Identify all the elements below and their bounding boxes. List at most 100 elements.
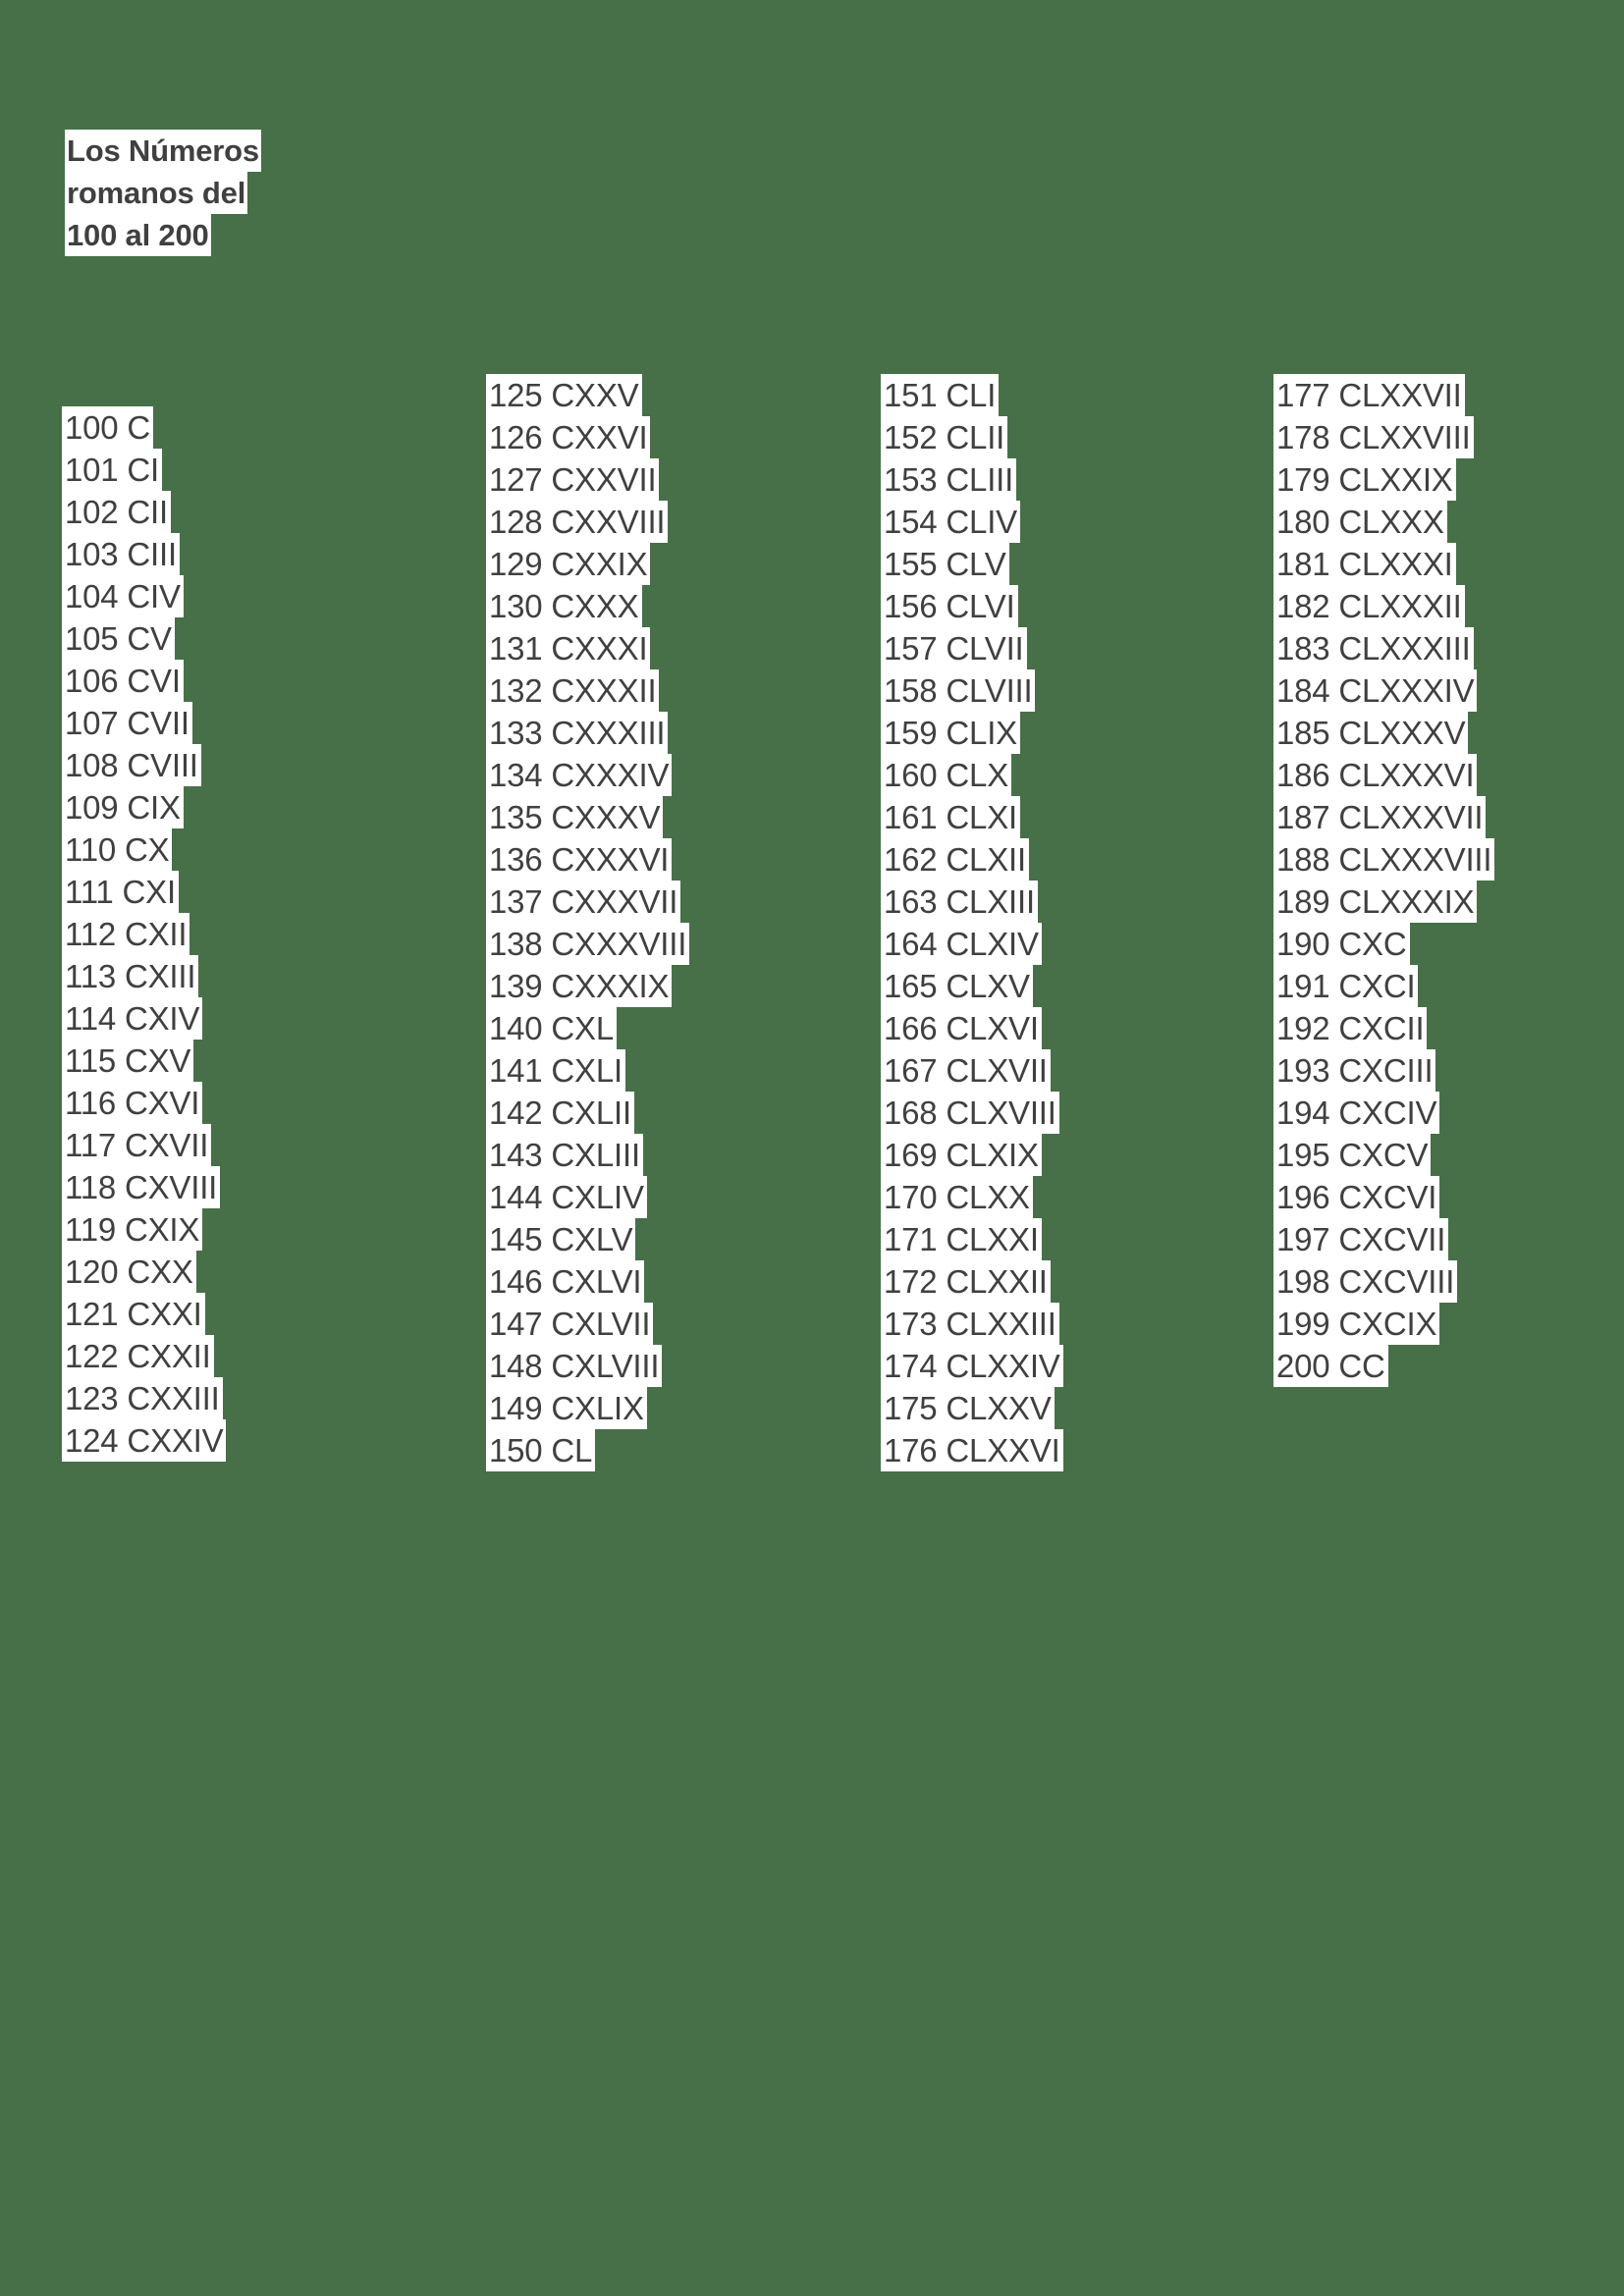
numeral-row: 144 CXLIV bbox=[486, 1176, 647, 1218]
numeral-row: 176 CLXXVI bbox=[881, 1429, 1063, 1471]
numeral-row: 108 CVIII bbox=[62, 744, 201, 786]
numeral-row: 101 CI bbox=[62, 449, 163, 491]
numeral-row: 197 CXCVII bbox=[1273, 1218, 1449, 1260]
numeral-row: 195 CXCV bbox=[1273, 1134, 1432, 1176]
numeral-row: 117 CXVII bbox=[62, 1124, 212, 1166]
page-title-line-2: romanos del bbox=[65, 172, 248, 214]
page-title-line-3: 100 al 200 bbox=[65, 214, 211, 256]
numeral-row: 124 CXXIV bbox=[62, 1419, 227, 1462]
numeral-row: 106 CVI bbox=[62, 660, 184, 702]
numeral-row: 143 CXLIII bbox=[486, 1134, 643, 1176]
numeral-row: 157 CLVII bbox=[881, 627, 1027, 669]
numeral-row: 172 CLXXII bbox=[881, 1260, 1051, 1303]
numeral-row: 114 CXIV bbox=[62, 997, 203, 1040]
numeral-row: 182 CLXXXII bbox=[1273, 585, 1465, 627]
numeral-row: 140 CXL bbox=[486, 1007, 618, 1049]
numeral-row: 164 CLXIV bbox=[881, 923, 1042, 965]
numeral-row: 194 CXCIV bbox=[1273, 1092, 1440, 1134]
numeral-row: 170 CLXX bbox=[881, 1176, 1033, 1218]
numerals-column-4: 177 CLXXVII 178 CLXXVIII 179 CLXXIX 180 CLX… bbox=[1273, 374, 1495, 1387]
numeral-row: 168 CLXVIII bbox=[881, 1092, 1059, 1134]
numeral-row: 198 CXCVIII bbox=[1273, 1260, 1458, 1303]
numeral-row: 128 CXXVIII bbox=[486, 501, 669, 543]
page-title-line-1: Los Números bbox=[65, 130, 261, 172]
numeral-row: 130 CXXX bbox=[486, 585, 642, 627]
numeral-row: 126 CXXVI bbox=[486, 416, 651, 458]
numeral-row: 136 CXXXVI bbox=[486, 838, 673, 881]
numeral-row: 104 CIV bbox=[62, 575, 184, 617]
numeral-row: 125 CXXV bbox=[486, 374, 642, 416]
numeral-row: 123 CXXIII bbox=[62, 1377, 223, 1419]
numerals-column-3: 151 CLI 152 CLII 153 CLIII 154 CLIV 155 CLV 1… bbox=[881, 374, 1063, 1471]
numeral-row: 149 CXLIX bbox=[486, 1387, 647, 1429]
numeral-row: 121 CXXI bbox=[62, 1293, 205, 1335]
numeral-row: 153 CLIII bbox=[881, 458, 1017, 501]
numeral-row: 118 CXVIII bbox=[62, 1166, 221, 1208]
numeral-row: 191 CXCI bbox=[1273, 965, 1419, 1007]
numeral-row: 156 CLVI bbox=[881, 585, 1018, 627]
numeral-row: 175 CLXXV bbox=[881, 1387, 1055, 1429]
numeral-row: 133 CXXXIII bbox=[486, 712, 669, 754]
numeral-row: 199 CXCIX bbox=[1273, 1303, 1440, 1345]
numeral-row: 179 CLXXIX bbox=[1273, 458, 1456, 501]
numeral-row: 113 CXIII bbox=[62, 955, 199, 997]
numeral-row: 159 CLIX bbox=[881, 712, 1020, 754]
numeral-row: 167 CLXVII bbox=[881, 1049, 1051, 1092]
numeral-row: 200 CC bbox=[1273, 1345, 1388, 1387]
numeral-row: 148 CXLVIII bbox=[486, 1345, 663, 1387]
numerals-column-2: 125 CXXV 126 CXXVI 127 CXXVII 128 CXXVIII 12… bbox=[486, 374, 690, 1471]
numeral-row: 127 CXXVII bbox=[486, 458, 660, 501]
numeral-row: 161 CLXI bbox=[881, 796, 1020, 838]
numeral-row: 188 CLXXXVIII bbox=[1273, 838, 1495, 881]
page-title: Los Números romanos del 100 al 200 bbox=[65, 130, 359, 256]
numeral-row: 151 CLI bbox=[881, 374, 1000, 416]
numeral-row: 190 CXC bbox=[1273, 923, 1410, 965]
numeral-row: 147 CXLVII bbox=[486, 1303, 654, 1345]
numeral-row: 146 CXLVI bbox=[486, 1260, 645, 1303]
numeral-row: 180 CLXXX bbox=[1273, 501, 1447, 543]
numeral-row: 110 CX bbox=[62, 828, 173, 871]
numeral-row: 142 CXLII bbox=[486, 1092, 634, 1134]
numeral-row: 152 CLII bbox=[881, 416, 1008, 458]
numeral-row: 145 CXLV bbox=[486, 1218, 636, 1260]
numeral-row: 129 CXXIX bbox=[486, 543, 651, 585]
numeral-row: 120 CXX bbox=[62, 1251, 196, 1293]
numeral-row: 119 CXIX bbox=[62, 1208, 203, 1251]
numeral-row: 160 CLX bbox=[881, 754, 1012, 796]
numeral-row: 174 CLXXIV bbox=[881, 1345, 1063, 1387]
numeral-row: 184 CLXXXIV bbox=[1273, 669, 1478, 712]
numeral-row: 116 CXVI bbox=[62, 1082, 203, 1124]
numeral-row: 107 CVII bbox=[62, 702, 192, 744]
numeral-row: 186 CLXXXVI bbox=[1273, 754, 1478, 796]
numeral-row: 122 CXXII bbox=[62, 1335, 214, 1377]
numeral-row: 139 CXXXIX bbox=[486, 965, 673, 1007]
numeral-row: 141 CXLI bbox=[486, 1049, 625, 1092]
numeral-row: 102 CII bbox=[62, 491, 171, 533]
numerals-column-1: 100 C 101 CI 102 CII 103 CIII 104 CIV 105 CV 1… bbox=[62, 406, 227, 1462]
numeral-row: 192 CXCII bbox=[1273, 1007, 1428, 1049]
numeral-row: 165 CLXV bbox=[881, 965, 1033, 1007]
numeral-row: 132 CXXXII bbox=[486, 669, 660, 712]
numeral-row: 189 CLXXXIX bbox=[1273, 881, 1478, 923]
numeral-row: 131 CXXXI bbox=[486, 627, 651, 669]
numeral-row: 185 CLXXXV bbox=[1273, 712, 1469, 754]
numeral-row: 187 CLXXXVII bbox=[1273, 796, 1487, 838]
numeral-row: 178 CLXXVIII bbox=[1273, 416, 1474, 458]
numeral-row: 155 CLV bbox=[881, 543, 1009, 585]
numeral-row: 166 CLXVI bbox=[881, 1007, 1042, 1049]
numeral-row: 154 CLIV bbox=[881, 501, 1020, 543]
numeral-row: 169 CLXIX bbox=[881, 1134, 1042, 1176]
numeral-row: 112 CXII bbox=[62, 913, 190, 955]
numeral-row: 181 CLXXXI bbox=[1273, 543, 1456, 585]
numeral-row: 111 CXI bbox=[62, 871, 179, 913]
numeral-row: 158 CLVIII bbox=[881, 669, 1036, 712]
numeral-row: 135 CXXXV bbox=[486, 796, 664, 838]
numeral-row: 134 CXXXIV bbox=[486, 754, 673, 796]
numeral-row: 177 CLXXVII bbox=[1273, 374, 1465, 416]
roman-numerals-poster: Los Números romanos del 100 al 200 100 C… bbox=[0, 0, 1624, 2296]
numeral-row: 162 CLXII bbox=[881, 838, 1029, 881]
numeral-row: 173 CLXXIII bbox=[881, 1303, 1059, 1345]
numeral-row: 103 CIII bbox=[62, 533, 180, 575]
numeral-row: 183 CLXXXIII bbox=[1273, 627, 1474, 669]
numeral-row: 193 CXCIII bbox=[1273, 1049, 1436, 1092]
